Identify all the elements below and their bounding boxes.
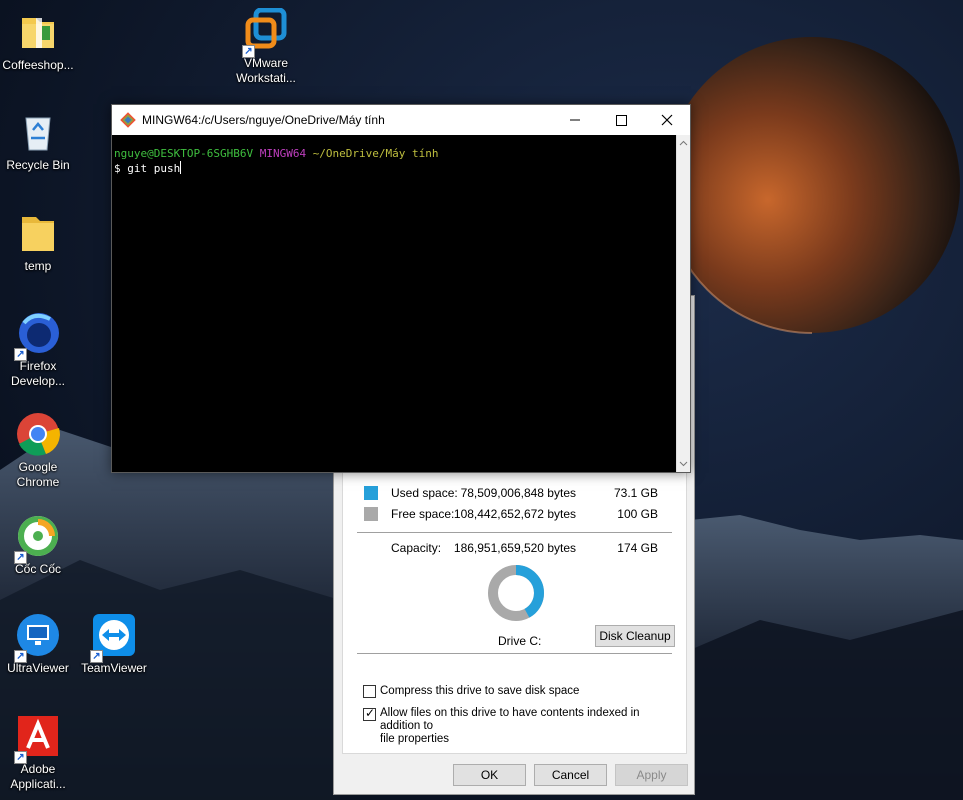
divider <box>357 653 672 654</box>
firefox-icon: ↗ <box>14 311 60 361</box>
close-icon <box>661 114 673 126</box>
coccoc-icon: ↗ <box>14 514 60 564</box>
cancel-button[interactable]: Cancel <box>534 764 607 786</box>
git-logo-icon <box>120 112 136 128</box>
desktop-icon-label: Cốc Cốc <box>14 562 61 576</box>
used-space-bytes: 78,509,006,848 bytes <box>460 486 576 500</box>
desktop-icon-firefox[interactable]: ↗ Firefox Develop... <box>0 311 76 389</box>
window-title: MINGW64:/c/Users/nguye/OneDrive/Máy tính <box>142 113 385 127</box>
minimize-icon <box>570 119 580 121</box>
desktop-icon-label: Firefox Develop... <box>10 359 66 388</box>
capacity-bytes: 186,951,659,520 bytes <box>453 541 576 555</box>
disk-usage-donut <box>488 565 544 621</box>
free-space-swatch <box>364 507 378 521</box>
desktop-icon-adobe[interactable]: ↗ Adobe Applicati... <box>0 714 76 792</box>
desktop-icon-coffeeshop[interactable]: Coffeeshop... <box>0 10 76 73</box>
desktop-icon-chrome[interactable]: Google Chrome <box>0 412 76 490</box>
capacity-gb: 174 GB <box>617 541 658 555</box>
desktop-icon-label: Adobe Applicati... <box>10 762 66 791</box>
compress-drive-label: Compress this drive to save disk space <box>380 685 580 697</box>
command-line: $ git push <box>114 161 675 176</box>
terminal-output[interactable]: nguye@DESKTOP-6SGHB6V MINGW64 ~/OneDrive… <box>112 135 677 472</box>
drive-label: Drive C: <box>498 634 542 648</box>
ultraviewer-icon: ↗ <box>14 613 60 663</box>
shortcut-arrow-icon: ↗ <box>14 551 27 564</box>
folder-icon <box>16 211 60 255</box>
desktop-icon-label: Coffeeshop... <box>2 58 74 72</box>
git-bash-window: MINGW64:/c/Users/nguye/OneDrive/Máy tính… <box>111 104 691 473</box>
vmware-icon: ↗ <box>242 7 288 58</box>
prompt-path: ~/OneDrive/Máy tính <box>312 147 439 160</box>
free-space-bytes: 108,442,652,672 bytes <box>453 507 576 521</box>
shortcut-arrow-icon: ↗ <box>14 751 27 764</box>
desktop-icon-coccoc[interactable]: ↗ Cốc Cốc <box>0 514 76 577</box>
index-contents-checkbox[interactable]: ✓ <box>363 706 376 721</box>
ok-button[interactable]: OK <box>453 764 526 786</box>
divider <box>357 532 672 533</box>
maximize-icon <box>616 115 627 126</box>
minimize-button[interactable] <box>552 105 598 135</box>
used-space-gb: 73.1 GB <box>613 486 658 500</box>
free-space-row: Free space: 108,442,652,672 bytes 100 GB <box>357 506 672 522</box>
maximize-button[interactable] <box>598 105 644 135</box>
shortcut-arrow-icon: ↗ <box>14 348 27 361</box>
free-space-label: Free space: <box>391 507 455 521</box>
folder-zip-icon <box>16 10 60 54</box>
shortcut-arrow-icon: ↗ <box>14 650 27 663</box>
prompt-line: nguye@DESKTOP-6SGHB6V MINGW64 ~/OneDrive… <box>114 147 675 161</box>
close-button[interactable] <box>644 105 690 135</box>
teamviewer-icon: ↗ <box>90 613 136 663</box>
disk-cleanup-button[interactable]: Disk Cleanup <box>595 625 675 647</box>
used-space-row: Used space: 78,509,006,848 bytes 73.1 GB <box>357 485 672 501</box>
prompt-env: MINGW64 <box>259 147 307 160</box>
desktop-icon-label: UltraViewer <box>7 661 69 675</box>
title-bar[interactable]: MINGW64:/c/Users/nguye/OneDrive/Máy tính <box>112 105 690 135</box>
shortcut-arrow-icon: ↗ <box>90 650 103 663</box>
vertical-scrollbar[interactable] <box>676 135 690 472</box>
desktop-icon-temp[interactable]: temp <box>0 211 76 274</box>
checkmark-icon: ✓ <box>365 706 376 720</box>
capacity-label: Capacity: <box>391 541 442 555</box>
scroll-up-icon[interactable] <box>677 137 690 150</box>
desktop-icon-label: Recycle Bin <box>6 158 70 172</box>
desktop-icon-vmware[interactable]: ↗ VMware Workstati... <box>228 7 304 86</box>
apply-button[interactable]: Apply <box>615 764 688 786</box>
desktop-icon-label: Google Chrome <box>16 460 60 489</box>
free-space-gb: 100 GB <box>617 507 658 521</box>
desktop-icon-label: TeamViewer <box>81 661 147 675</box>
used-space-swatch <box>364 486 378 500</box>
used-space-label: Used space: <box>391 486 458 500</box>
compress-drive-checkbox[interactable] <box>363 685 376 698</box>
capacity-row: Capacity: 186,951,659,520 bytes 174 GB <box>357 540 672 556</box>
prompt-user: nguye@DESKTOP-6SGHB6V <box>114 147 254 160</box>
command-text: $ git push <box>114 162 181 175</box>
desktop-icon-ultraviewer[interactable]: ↗ UltraViewer <box>0 613 76 676</box>
scroll-down-icon[interactable] <box>677 457 690 470</box>
index-contents-label: Allow files on this drive to have conten… <box>380 707 640 745</box>
text-cursor <box>180 161 182 174</box>
chrome-icon <box>16 412 60 456</box>
desktop-icon-label: VMware Workstati... <box>236 56 296 85</box>
desktop-icon-label: temp <box>24 259 52 273</box>
adobe-icon: ↗ <box>14 714 60 764</box>
recycle-bin-icon <box>16 110 60 154</box>
desktop-icon-teamviewer[interactable]: ↗ TeamViewer <box>76 613 152 676</box>
desktop-icon-recycle-bin[interactable]: Recycle Bin <box>0 110 76 173</box>
shortcut-arrow-icon: ↗ <box>242 45 255 58</box>
